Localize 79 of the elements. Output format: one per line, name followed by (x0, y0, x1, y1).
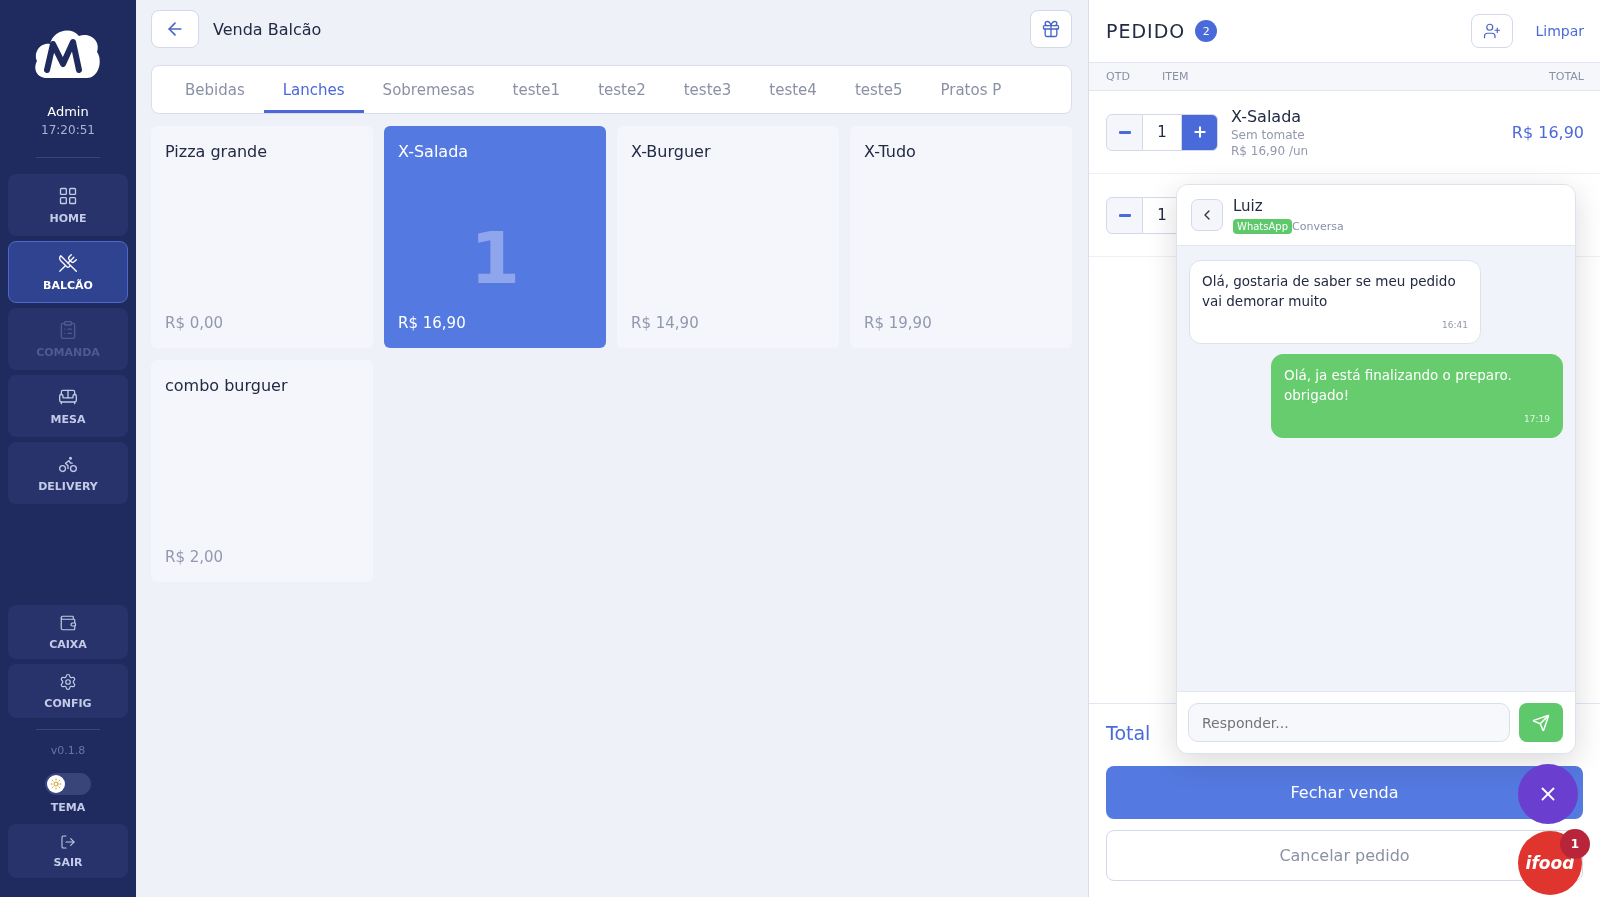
column-header: QTD (1106, 70, 1131, 83)
product-name: combo burguer (165, 376, 289, 395)
nav-item[interactable]: DELIVERY (8, 442, 128, 504)
product-card[interactable]: combo burguer R$ 2,00 (151, 360, 373, 582)
back-button[interactable] (1191, 199, 1223, 231)
product-price: R$ 0,00 (165, 314, 225, 332)
order-title: PEDIDO (1106, 20, 1186, 42)
item-total: R$ 16,90 (1511, 122, 1584, 142)
theme-toggle[interactable] (45, 773, 91, 795)
wallet-icon (59, 613, 77, 632)
column-header: TOTAL (1549, 70, 1584, 83)
minus-icon (1118, 213, 1131, 217)
column-header: ITEM (1162, 70, 1189, 83)
gift-button[interactable] (1030, 10, 1072, 48)
category-tab[interactable]: teste3 (664, 66, 751, 113)
settings-icon (59, 672, 77, 691)
message-time: 17:19 (1523, 413, 1550, 426)
category-tab[interactable]: teste1 (493, 66, 580, 113)
decrease-button[interactable] (1106, 196, 1143, 234)
product-card[interactable]: Pizza grande R$ 0,00 (151, 126, 373, 348)
category-tab[interactable]: teste2 (579, 66, 665, 113)
product-card[interactable]: X-Burguer R$ 14,90 (617, 126, 839, 348)
category-tab[interactable]: Sobremesas (363, 66, 494, 113)
close-sale-button[interactable]: Fechar venda (1106, 766, 1583, 819)
item-note: Sem tomate (1231, 127, 1306, 142)
product-card[interactable]: X-Tudo R$ 19,90 (850, 126, 1072, 348)
category-tab[interactable]: Bebidas (166, 66, 264, 113)
product-name: X-Burguer (631, 142, 712, 161)
product-name: Pizza grande (165, 142, 269, 161)
user-name: Admin (47, 104, 89, 119)
product-price: R$ 14,90 (631, 314, 700, 332)
nav-item[interactable]: BALCÃO (8, 241, 128, 303)
count-badge: 2 (1195, 20, 1218, 42)
gift-icon (1041, 19, 1061, 39)
add-user-icon (1483, 22, 1502, 40)
nav-item[interactable]: HOME (8, 174, 128, 236)
message-text: Olá, gostaria de saber se meu pedido vai demorar muito (1202, 272, 1457, 311)
page-title: Venda Balcão (213, 19, 323, 39)
product-name: X-Salada (398, 142, 470, 161)
category-tab[interactable]: Pratos P (921, 66, 1021, 113)
send-icon (1532, 713, 1550, 732)
category-tab[interactable]: teste4 (750, 66, 836, 113)
clear-link[interactable]: Limpar (1535, 23, 1584, 39)
sun-icon (50, 778, 62, 790)
nav-item[interactable]: CAIXA (8, 605, 128, 659)
add-customer-button[interactable] (1471, 14, 1514, 48)
plus-icon (1191, 124, 1208, 140)
grid-icon (58, 185, 78, 206)
contact-name: Luiz (1233, 196, 1264, 215)
product-price: R$ 19,90 (864, 314, 933, 332)
category-tab[interactable]: teste5 (835, 66, 922, 113)
increase-button[interactable] (1181, 113, 1218, 151)
total-label: Total (1106, 722, 1151, 744)
back-button[interactable] (151, 10, 199, 48)
decrease-button[interactable] (1106, 113, 1143, 151)
category-tab[interactable]: Lanches (263, 66, 364, 113)
minus-icon (1118, 130, 1131, 134)
product-card[interactable]: X-Salada 1 R$ 16,90 (384, 126, 606, 348)
chat-subtitle: Conversa (1292, 219, 1344, 233)
product-price: R$ 16,90 (398, 314, 467, 332)
theme-label: TEMA (50, 801, 86, 814)
logout-icon (60, 833, 76, 850)
channel-tag: WhatsApp (1233, 218, 1293, 234)
utensils-icon (58, 252, 78, 273)
nav-item[interactable]: MESA (8, 375, 128, 437)
clock-time: 17:20:51 (41, 123, 95, 137)
notification-badge: 1 (1560, 829, 1590, 859)
product-name: X-Tudo (864, 142, 917, 161)
version-label: v0.1.8 (50, 744, 86, 757)
unit-price: R$ 16,90 /un (1231, 143, 1309, 158)
product-price: R$ 2,00 (165, 548, 225, 566)
reply-input[interactable]: Responder... (1188, 703, 1510, 742)
quantity-count: 1 (468, 216, 522, 300)
clipboard-icon (58, 319, 78, 340)
logout-button[interactable]: SAIR (8, 824, 128, 878)
item-name: X-Salada (1231, 106, 1303, 126)
message-time: 16:41 (1441, 319, 1468, 332)
message-text: Olá, ja está finalizando o preparo. obrigado! (1284, 366, 1513, 405)
nav-item[interactable]: CONFIG (8, 664, 128, 718)
